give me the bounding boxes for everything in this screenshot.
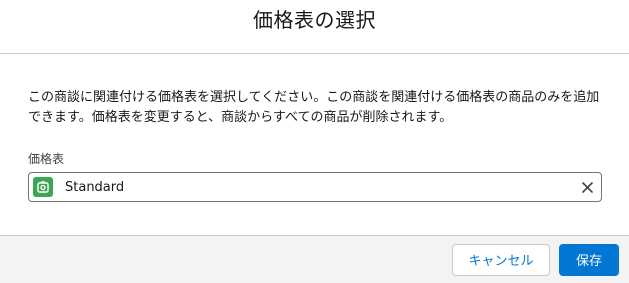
- pricebook-icon: [33, 177, 53, 197]
- price-book-field-label: 価格表: [28, 152, 65, 166]
- modal-title: 価格表の選択: [253, 7, 376, 32]
- modal-body: この商談に関連付ける価格表を選択してください。この商談を関連付ける価格表の商品の…: [0, 54, 629, 235]
- modal-footer: キャンセル 保存: [0, 235, 629, 283]
- cancel-button[interactable]: キャンセル: [452, 243, 550, 276]
- price-book-modal: 価格表の選択 この商談に関連付ける価格表を選択してください。この商談を関連付ける…: [0, 0, 629, 283]
- price-book-lookup[interactable]: Standard: [28, 172, 602, 202]
- save-button[interactable]: 保存: [559, 243, 619, 276]
- modal-header: 価格表の選択: [0, 0, 629, 54]
- price-book-selected-value: Standard: [65, 179, 125, 195]
- description-text: この商談に関連付ける価格表を選択してください。この商談を関連付ける価格表の商品の…: [28, 90, 600, 125]
- close-icon[interactable]: [579, 179, 595, 195]
